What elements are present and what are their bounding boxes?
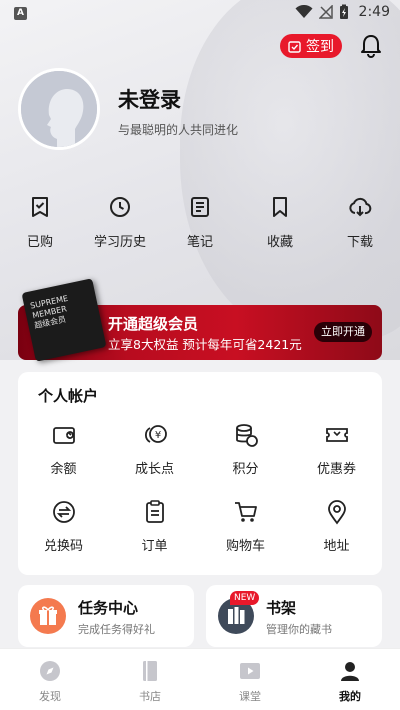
- bottom-navigation: 发现 书店 课堂 我的: [0, 648, 400, 710]
- vip-subtitle: 立享8大权益 预计每年可省2421元: [108, 337, 302, 352]
- account-item-label: 成长点: [134, 462, 174, 477]
- quick-item-label: 学习历史: [93, 235, 146, 250]
- app-notification-badge: A: [14, 7, 27, 20]
- cart-icon: [234, 502, 257, 522]
- gift-icon: [30, 598, 66, 634]
- account-item-label: 余额: [50, 462, 77, 477]
- cloud-download-icon: [349, 197, 372, 217]
- nav-label: 书店: [139, 690, 161, 703]
- svg-text:¥: ¥: [154, 430, 160, 441]
- quick-item-favorites[interactable]: 收藏: [240, 195, 320, 250]
- account-item-coupons[interactable]: 优惠券: [291, 422, 382, 477]
- nav-tab-bookstore[interactable]: 书店: [100, 649, 200, 710]
- bookshelf-subtitle: 管理你的藏书: [266, 623, 332, 636]
- account-item-points[interactable]: 积分: [200, 422, 291, 477]
- quick-item-label: 笔记: [186, 235, 213, 250]
- username[interactable]: 未登录: [118, 84, 181, 114]
- account-item-balance[interactable]: 余额: [18, 422, 109, 477]
- quick-item-label: 下载: [346, 235, 373, 250]
- compass-icon: [40, 661, 60, 681]
- new-badge: NEW: [230, 591, 260, 605]
- account-item-redeem-code[interactable]: 兑换码: [18, 499, 109, 554]
- points-stack-icon: [235, 424, 258, 447]
- quick-actions: 已购 学习历史 笔记 收藏 下载: [0, 195, 400, 250]
- account-grid: 余额 ¥ 成长点 积分 优惠券 兑换码 订单 购物车 地址: [18, 422, 382, 554]
- coupon-icon: [325, 428, 348, 442]
- history-clock-icon: [110, 197, 130, 217]
- bell-icon[interactable]: [358, 33, 384, 59]
- task-center-title: 任务中心: [78, 599, 139, 617]
- account-item-label: 订单: [141, 539, 168, 554]
- quick-item-downloads[interactable]: 下载: [320, 195, 400, 250]
- purchased-icon: [32, 197, 48, 217]
- account-item-label: 优惠券: [316, 462, 356, 477]
- person-icon: [341, 662, 359, 681]
- location-pin-icon: [327, 500, 346, 525]
- account-item-growth-points[interactable]: ¥ 成长点: [109, 422, 200, 477]
- quick-item-history[interactable]: 学习历史: [80, 195, 160, 250]
- notes-icon: [191, 197, 209, 217]
- quick-item-purchased[interactable]: 已购: [0, 195, 80, 250]
- quick-item-notes[interactable]: 笔记: [160, 195, 240, 250]
- vip-membership-banner[interactable]: SUPREME MEMBER 超级会员 开通超级会员 立享8大权益 预计每年可省…: [18, 278, 382, 362]
- nav-label: 我的: [339, 690, 361, 703]
- profile-tagline: 与最聪明的人共同进化: [118, 123, 239, 137]
- order-list-icon: [145, 500, 164, 523]
- task-center-subtitle: 完成任务得好礼: [78, 623, 155, 636]
- video-play-icon: [240, 663, 260, 679]
- account-item-cart[interactable]: 购物车: [200, 499, 291, 554]
- personal-account-card: 个人帐户 余额 ¥ 成长点 积分 优惠券 兑换码 订单 购物车 地址: [18, 372, 382, 575]
- bookshelf-title: 书架: [266, 599, 297, 617]
- account-item-label: 购物车: [225, 539, 265, 554]
- account-item-label: 地址: [323, 539, 350, 554]
- supreme-member-card-image: SUPREME MEMBER 超级会员: [21, 278, 107, 362]
- clock: 2:49: [358, 4, 390, 20]
- task-center-card[interactable]: 任务中心 完成任务得好礼: [18, 585, 194, 647]
- vip-open-button[interactable]: 立即开通: [314, 322, 372, 342]
- account-item-label: 积分: [232, 462, 259, 477]
- nav-label: 课堂: [239, 690, 261, 703]
- quick-item-label: 收藏: [266, 235, 293, 250]
- checkin-label: 签到: [306, 39, 334, 55]
- account-item-label: 兑换码: [43, 539, 83, 554]
- battery-icon: [339, 4, 348, 19]
- no-signal-icon: [318, 5, 333, 19]
- bookshelf-card[interactable]: NEW 书架 管理你的藏书: [206, 585, 382, 647]
- quick-item-label: 已购: [26, 235, 53, 250]
- coins-icon: ¥: [144, 425, 167, 443]
- account-title: 个人帐户: [38, 387, 99, 405]
- account-item-address[interactable]: 地址: [291, 499, 382, 554]
- book-icon: [143, 661, 157, 681]
- wifi-icon: [295, 5, 313, 18]
- nav-tab-discover[interactable]: 发现: [0, 649, 100, 710]
- vip-title: 开通超级会员: [108, 315, 199, 333]
- bookmark-icon: [273, 197, 287, 217]
- nav-label: 发现: [39, 690, 61, 703]
- checkin-button[interactable]: 签到: [280, 34, 342, 58]
- wallet-icon: [52, 427, 75, 444]
- avatar[interactable]: [18, 68, 100, 150]
- account-item-orders[interactable]: 订单: [109, 499, 200, 554]
- status-bar: A 2:49: [0, 0, 400, 28]
- nav-tab-mine[interactable]: 我的: [300, 649, 400, 710]
- calendar-check-icon: [288, 40, 301, 53]
- nav-tab-classroom[interactable]: 课堂: [200, 649, 300, 710]
- exchange-code-icon: [52, 501, 75, 523]
- system-icons: 2:49: [295, 4, 390, 20]
